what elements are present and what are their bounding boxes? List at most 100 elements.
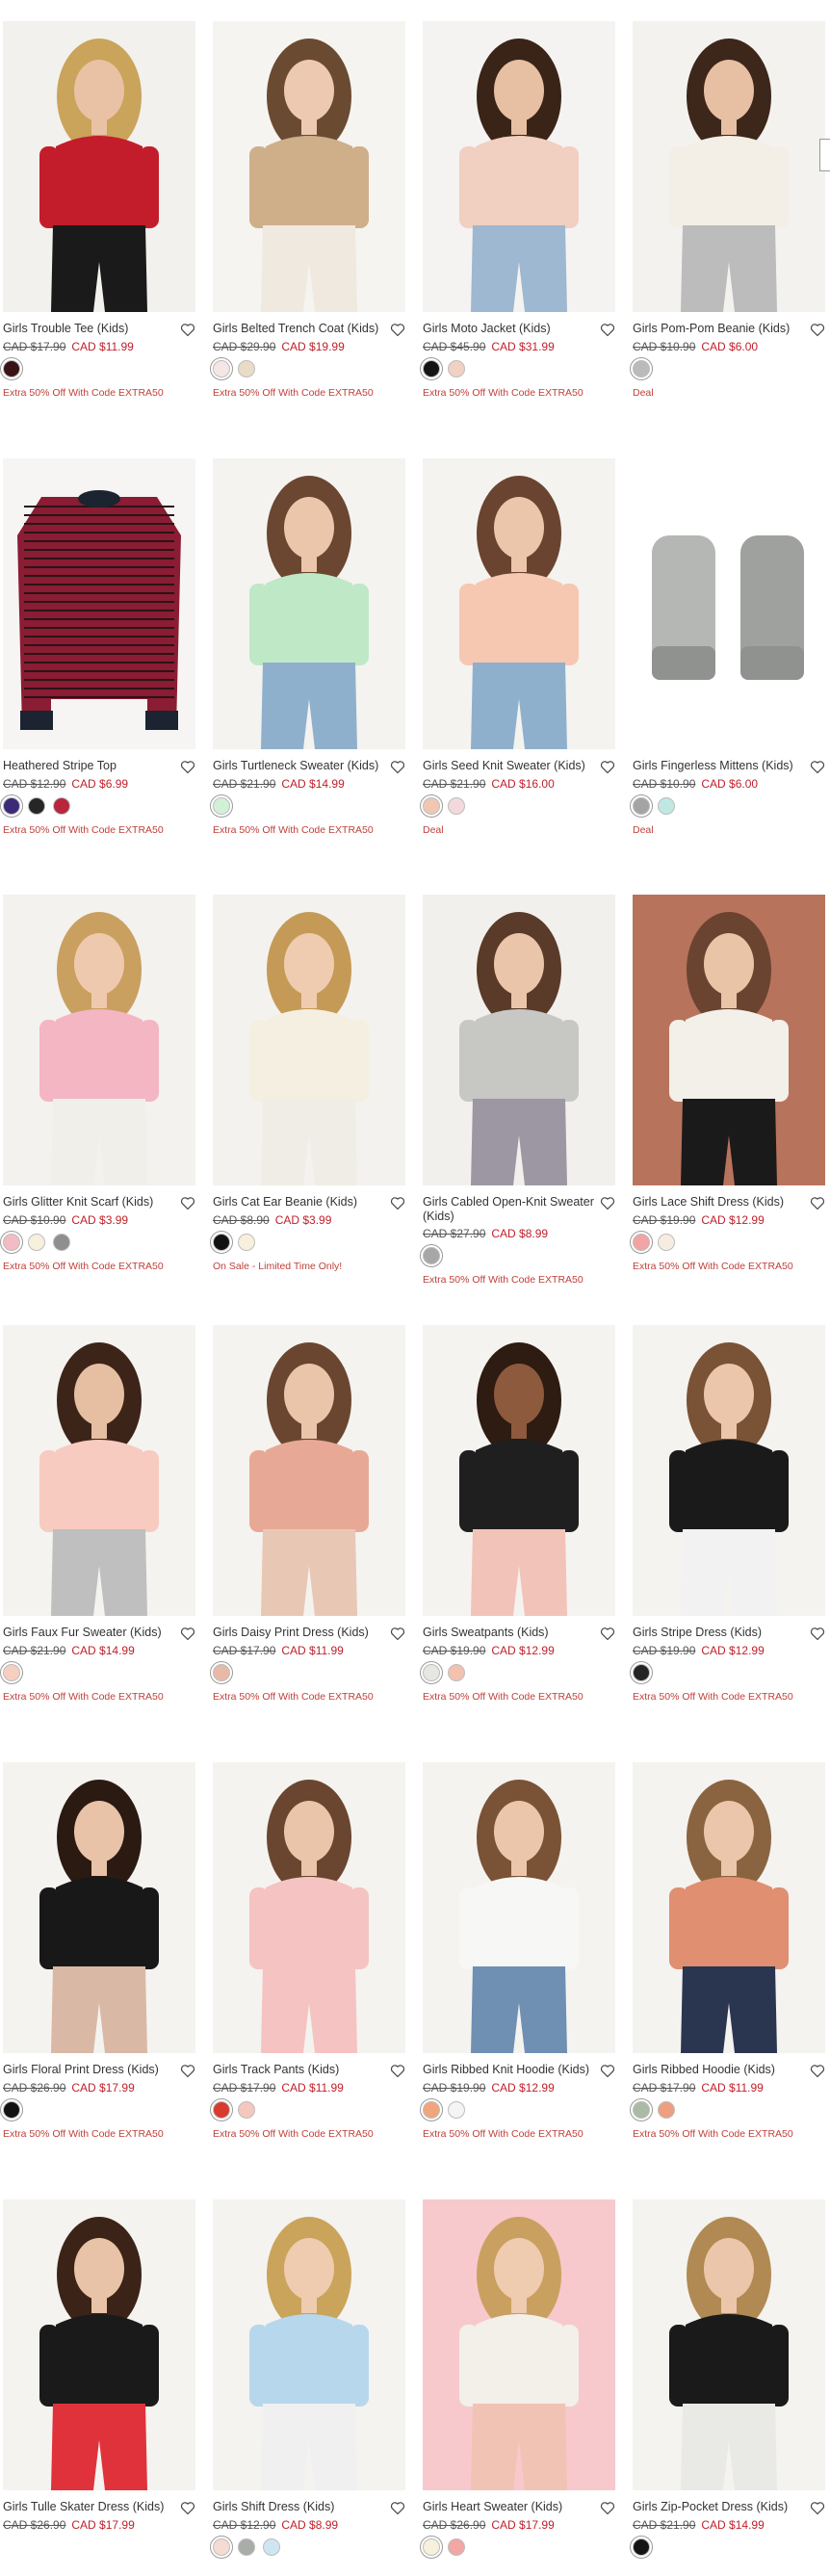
product-card[interactable]: Girls Shift Dress (Kids) CAD $12.90 CAD $8… [210,2199,405,2560]
product-card[interactable]: Girls Cat Ear Beanie (Kids) CAD $8.90 CAD … [210,895,405,1273]
color-swatch[interactable] [448,1664,465,1681]
product-card[interactable]: Girls Ribbed Knit Hoodie (Kids) CAD $19.9… [420,1762,615,2141]
color-swatch[interactable] [0,2098,23,2121]
color-swatch[interactable] [630,357,653,380]
product-photo[interactable] [633,1325,825,1616]
product-name[interactable]: Girls Ribbed Knit Hoodie (Kids) [423,2063,594,2077]
product-photo[interactable] [213,895,405,1185]
product-photo[interactable] [213,2199,405,2490]
product-card[interactable]: Girls Lace Shift Dress (Kids) CAD $19.90 C… [630,895,825,1273]
product-card[interactable]: Girls Turtleneck Sweater (Kids) CAD $21.9… [210,458,405,837]
product-photo[interactable] [633,2199,825,2490]
product-image[interactable] [213,895,405,1185]
product-image[interactable] [423,458,615,749]
heart-outline-icon[interactable] [600,1196,615,1210]
product-card[interactable]: Girls Fingerless Mittens (Kids) CAD $10.9… [630,458,825,837]
product-card[interactable]: Girls Floral Print Dress (Kids) CAD $26.9… [0,1762,195,2141]
color-swatch[interactable] [420,357,443,380]
product-card[interactable]: Girls Seed Knit Sweater (Kids) CAD $21.90… [420,458,615,837]
heart-outline-icon[interactable] [180,2501,195,2515]
product-image[interactable] [3,21,195,312]
product-photo[interactable] [3,2199,195,2490]
product-photo[interactable] [423,21,615,312]
heart-outline-icon[interactable] [180,2064,195,2078]
color-swatch[interactable] [0,1231,23,1254]
product-image[interactable] [423,21,615,312]
product-image[interactable] [3,2199,195,2490]
product-card[interactable]: Girls Ribbed Hoodie (Kids) CAD $17.90 CAD … [630,1762,825,2141]
heart-outline-icon[interactable] [390,1196,405,1210]
product-image[interactable] [633,21,825,312]
product-image[interactable] [423,1762,615,2053]
color-swatch[interactable] [630,2536,653,2559]
product-image[interactable] [3,1762,195,2053]
product-name[interactable]: Girls Cabled Open-Knit Sweater (Kids) [423,1195,594,1224]
product-photo[interactable] [633,458,825,749]
product-photo[interactable] [423,1762,615,2053]
color-swatch[interactable] [630,794,653,818]
product-photo[interactable] [633,1762,825,2053]
color-swatch[interactable] [210,1231,233,1254]
product-name[interactable]: Girls Ribbed Hoodie (Kids) [633,2063,804,2077]
color-swatch[interactable] [210,1661,233,1684]
product-card[interactable]: Girls Glitter Knit Scarf (Kids) CAD $10.9… [0,895,195,1273]
product-name[interactable]: Heathered Stripe Top [3,759,174,773]
product-photo[interactable] [633,895,825,1185]
heart-outline-icon[interactable] [600,323,615,337]
heart-outline-icon[interactable] [810,2064,825,2078]
heart-outline-icon[interactable] [600,760,615,774]
product-card[interactable]: Girls Cabled Open-Knit Sweater (Kids) CAD… [420,895,615,1287]
product-photo[interactable] [3,1325,195,1616]
color-swatch[interactable] [238,2538,255,2556]
product-photo[interactable] [423,458,615,749]
color-swatch[interactable] [53,797,70,815]
color-swatch[interactable] [658,1234,675,1251]
product-name[interactable]: Girls Glitter Knit Scarf (Kids) [3,1195,174,1210]
product-name[interactable]: Girls Lace Shift Dress (Kids) [633,1195,804,1210]
product-image[interactable] [423,1325,615,1616]
color-swatch[interactable] [420,2536,443,2559]
product-card[interactable]: Girls Faux Fur Sweater (Kids) CAD $21.90 C… [0,1325,195,1704]
product-photo[interactable] [3,1762,195,2053]
color-swatch[interactable] [28,1234,45,1251]
product-photo[interactable] [3,21,195,312]
color-swatch[interactable] [263,2538,280,2556]
product-image[interactable] [633,895,825,1185]
color-swatch[interactable] [210,2098,233,2121]
color-swatch[interactable] [658,797,675,815]
color-swatch[interactable] [448,797,465,815]
heart-outline-icon[interactable] [810,323,825,337]
heart-outline-icon[interactable] [390,1626,405,1641]
product-photo[interactable] [3,895,195,1185]
product-card[interactable]: Girls Pom-Pom Beanie (Kids) CAD $10.90 CAD… [630,21,825,400]
product-photo[interactable] [213,21,405,312]
product-image[interactable] [213,458,405,749]
product-photo[interactable] [423,2199,615,2490]
product-photo[interactable] [633,21,825,312]
product-image[interactable] [213,1325,405,1616]
product-name[interactable]: Girls Trouble Tee (Kids) [3,322,174,336]
color-swatch[interactable] [210,2536,233,2559]
product-name[interactable]: Girls Moto Jacket (Kids) [423,322,594,336]
product-card[interactable]: Girls Moto Jacket (Kids) CAD $45.90 CAD $3… [420,21,615,400]
product-card[interactable]: Girls Daisy Print Dress (Kids) CAD $17.90… [210,1325,405,1704]
product-name[interactable]: Girls Sweatpants (Kids) [423,1626,594,1640]
product-name[interactable]: Girls Shift Dress (Kids) [213,2500,384,2514]
color-swatch[interactable] [210,794,233,818]
product-card[interactable]: Heathered Stripe Top CAD $12.90 CAD $6.99 E… [0,458,195,837]
color-swatch[interactable] [630,2098,653,2121]
product-name[interactable]: Girls Pom-Pom Beanie (Kids) [633,322,804,336]
product-card[interactable]: Girls Track Pants (Kids) CAD $17.90 CAD $1… [210,1762,405,2141]
product-card[interactable]: Girls Stripe Dress (Kids) CAD $19.90 CAD $… [630,1325,825,1704]
heart-outline-icon[interactable] [390,760,405,774]
color-swatch[interactable] [630,1661,653,1684]
heart-outline-icon[interactable] [180,1196,195,1210]
product-image[interactable] [633,1762,825,2053]
color-swatch[interactable] [28,797,45,815]
heart-outline-icon[interactable] [390,2064,405,2078]
product-photo[interactable] [423,895,615,1185]
product-name[interactable]: Girls Cat Ear Beanie (Kids) [213,1195,384,1210]
product-photo[interactable] [213,458,405,749]
product-name[interactable]: Girls Belted Trench Coat (Kids) [213,322,384,336]
product-image[interactable] [213,1762,405,2053]
